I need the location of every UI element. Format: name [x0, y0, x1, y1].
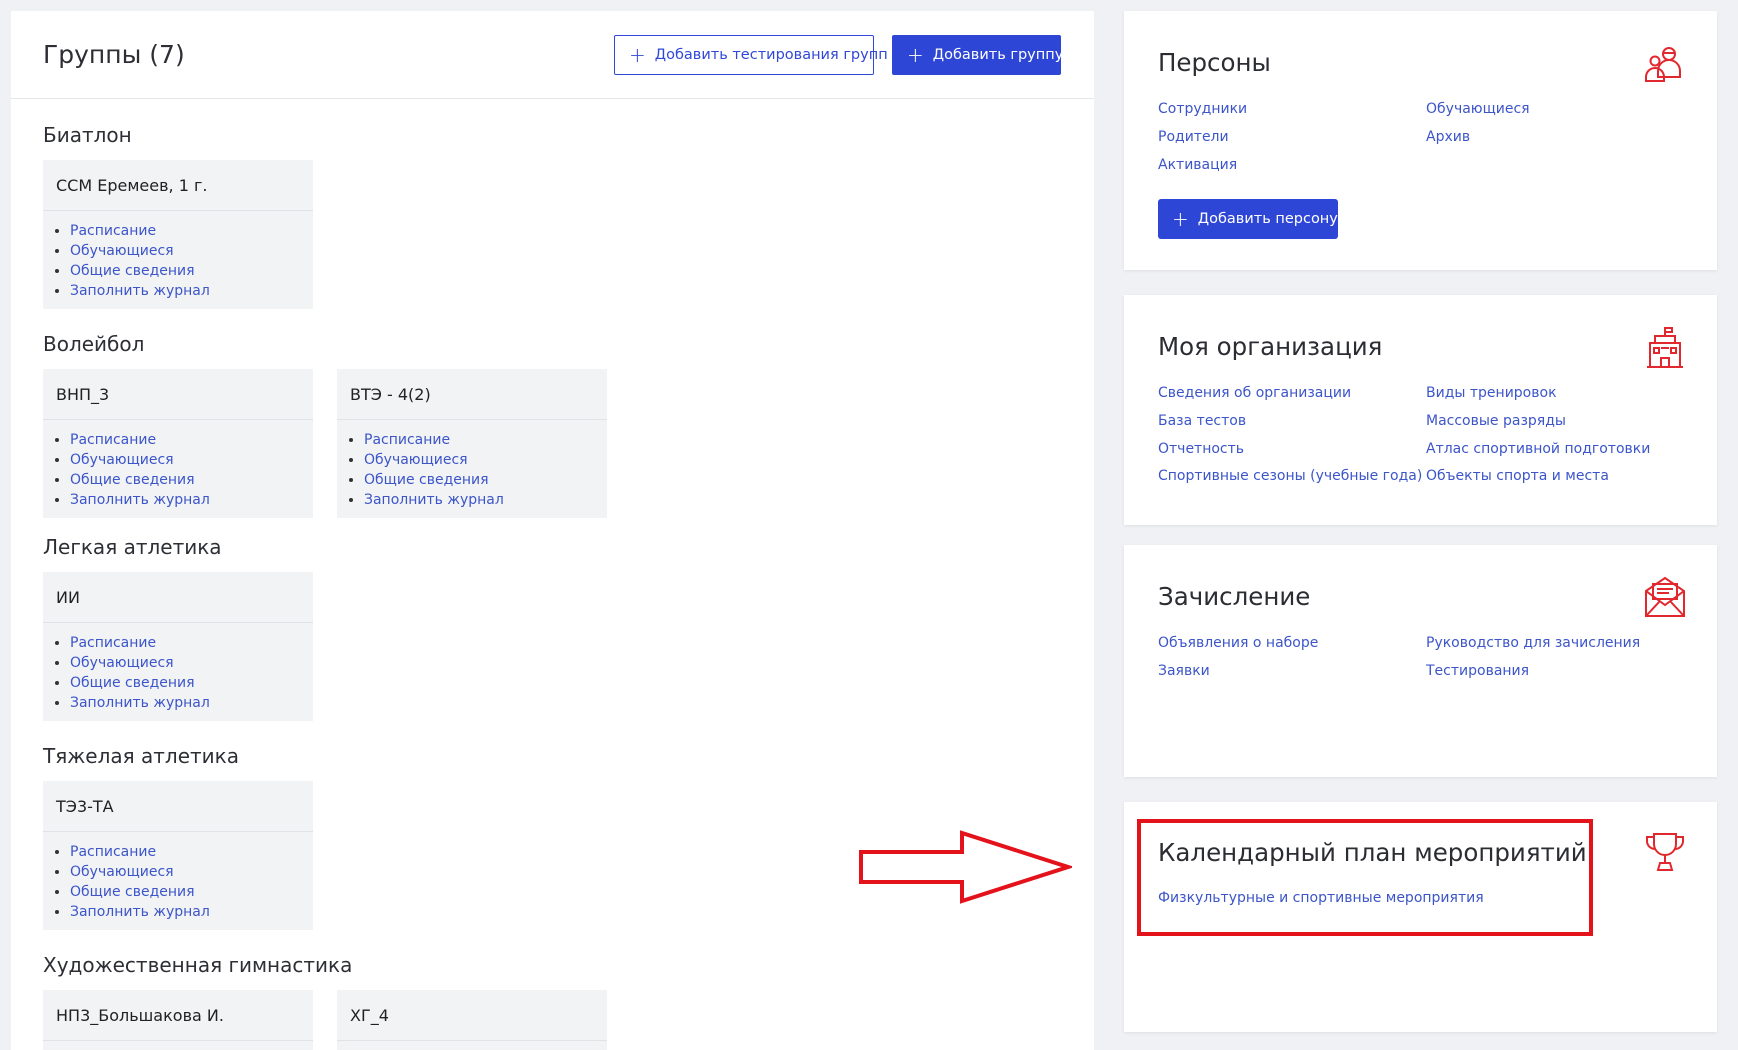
- students-link[interactable]: Обучающиеся: [70, 862, 313, 882]
- general-info-link[interactable]: Общие сведения: [70, 882, 313, 902]
- page-title: Группы (7): [43, 40, 185, 69]
- organization-card: Моя организация Сведения об организации …: [1124, 295, 1717, 525]
- sports-objects-link[interactable]: Объекты спорта и места: [1426, 468, 1609, 484]
- add-person-button[interactable]: + Добавить персону: [1158, 199, 1338, 239]
- add-test-groups-button[interactable]: + Добавить тестирования групп: [614, 35, 888, 75]
- add-test-groups-label: Добавить тестирования групп: [654, 47, 888, 63]
- persons-title: Персоны: [1158, 48, 1271, 77]
- schedule-link[interactable]: Расписание: [70, 221, 313, 241]
- group-card: НП3_Большакова И.: [43, 990, 313, 1050]
- annotation-arrow-icon: [859, 830, 1072, 904]
- enrollment-title: Зачисление: [1158, 582, 1311, 611]
- applications-link[interactable]: Заявки: [1158, 663, 1210, 679]
- employees-link[interactable]: Сотрудники: [1158, 101, 1247, 117]
- plus-icon: +: [1172, 207, 1189, 231]
- tests-base-link[interactable]: База тестов: [1158, 413, 1246, 429]
- plus-icon: +: [907, 43, 924, 67]
- students-link[interactable]: Обучающиеся: [70, 653, 313, 673]
- org-info-link[interactable]: Сведения об организации: [1158, 385, 1351, 401]
- schedule-link[interactable]: Расписание: [70, 430, 313, 450]
- add-person-label: Добавить персону: [1197, 211, 1338, 227]
- envelope-icon: [1645, 576, 1685, 617]
- sport-title: Биатлон: [43, 123, 132, 147]
- mass-ranks-link[interactable]: Массовые разряды: [1426, 413, 1566, 429]
- people-icon: [1645, 47, 1681, 82]
- sports-seasons-link[interactable]: Спортивные сезоны (учебные года): [1158, 468, 1422, 484]
- general-info-link[interactable]: Общие сведения: [70, 673, 313, 693]
- plus-icon: +: [629, 43, 646, 67]
- trophy-icon: [1646, 833, 1684, 871]
- fill-journal-link[interactable]: Заполнить журнал: [70, 281, 313, 301]
- recruitment-ads-link[interactable]: Объявления о наборе: [1158, 635, 1318, 651]
- enrollment-card: Зачисление Объявления о наборе Руководст…: [1124, 545, 1717, 777]
- students-link[interactable]: Обучающиеся: [70, 241, 313, 261]
- building-icon: [1647, 327, 1683, 368]
- reports-link[interactable]: Отчетность: [1158, 441, 1244, 457]
- group-name: ХГ_4: [337, 990, 607, 1041]
- organization-title: Моя организация: [1158, 332, 1383, 361]
- schedule-link[interactable]: Расписание: [70, 633, 313, 653]
- group-card: ХГ_4: [337, 990, 607, 1050]
- sports-atlas-link[interactable]: Атлас спортивной подготовки: [1426, 441, 1650, 457]
- group-card: ВНП_3 Расписание Обучающиеся Общие сведе…: [43, 369, 313, 518]
- group-links: Расписание Обучающиеся Общие сведения За…: [337, 420, 607, 510]
- enrollment-guide-link[interactable]: Руководство для зачисления: [1426, 635, 1640, 651]
- group-name: НП3_Большакова И.: [43, 990, 313, 1041]
- group-card: ВТЭ - 4(2) Расписание Обучающиеся Общие …: [337, 369, 607, 518]
- activation-link[interactable]: Активация: [1158, 157, 1237, 173]
- schedule-link[interactable]: Расписание: [364, 430, 607, 450]
- general-info-link[interactable]: Общие сведения: [70, 261, 313, 281]
- annotation-highlight-box: [1137, 819, 1593, 936]
- general-info-link[interactable]: Общие сведения: [364, 470, 607, 490]
- schedule-link[interactable]: Расписание: [70, 842, 313, 862]
- training-types-link[interactable]: Виды тренировок: [1426, 385, 1557, 401]
- group-card: ИИ Расписание Обучающиеся Общие сведения…: [43, 572, 313, 721]
- archive-link[interactable]: Архив: [1426, 129, 1470, 145]
- group-name: ИИ: [43, 572, 313, 623]
- sport-title: Тяжелая атлетика: [43, 744, 239, 768]
- group-name: ВТЭ - 4(2): [337, 369, 607, 420]
- general-info-link[interactable]: Общие сведения: [70, 470, 313, 490]
- fill-journal-link[interactable]: Заполнить журнал: [70, 490, 313, 510]
- parents-link[interactable]: Родители: [1158, 129, 1229, 145]
- group-links: Расписание Обучающиеся Общие сведения За…: [43, 211, 313, 301]
- group-card: ССМ Еремеев, 1 г. Расписание Обучающиеся…: [43, 160, 313, 309]
- fill-journal-link[interactable]: Заполнить журнал: [70, 693, 313, 713]
- group-links: Расписание Обучающиеся Общие сведения За…: [43, 832, 313, 922]
- sport-title: Волейбол: [43, 332, 145, 356]
- sport-title: Художественная гимнастика: [43, 953, 353, 977]
- groups-header: Группы (7) + Добавить тестирования групп…: [11, 11, 1094, 99]
- fill-journal-link[interactable]: Заполнить журнал: [70, 902, 313, 922]
- group-links: Расписание Обучающиеся Общие сведения За…: [43, 420, 313, 510]
- students-link[interactable]: Обучающиеся: [70, 450, 313, 470]
- students-link[interactable]: Обучающиеся: [364, 450, 607, 470]
- fill-journal-link[interactable]: Заполнить журнал: [364, 490, 607, 510]
- group-card: ТЭ3-ТА Расписание Обучающиеся Общие свед…: [43, 781, 313, 930]
- persons-card: Персоны Сотрудники Обучающиеся Родители …: [1124, 11, 1717, 270]
- group-name: ССМ Еремеев, 1 г.: [43, 160, 313, 211]
- group-name: ТЭ3-ТА: [43, 781, 313, 832]
- group-name: ВНП_3: [43, 369, 313, 420]
- sport-title: Легкая атлетика: [43, 535, 222, 559]
- add-group-label: Добавить группу: [932, 47, 1064, 63]
- add-group-button[interactable]: + Добавить группу: [892, 35, 1064, 75]
- students-link[interactable]: Обучающиеся: [1426, 101, 1530, 117]
- group-links: Расписание Обучающиеся Общие сведения За…: [43, 623, 313, 713]
- testing-link[interactable]: Тестирования: [1426, 663, 1529, 679]
